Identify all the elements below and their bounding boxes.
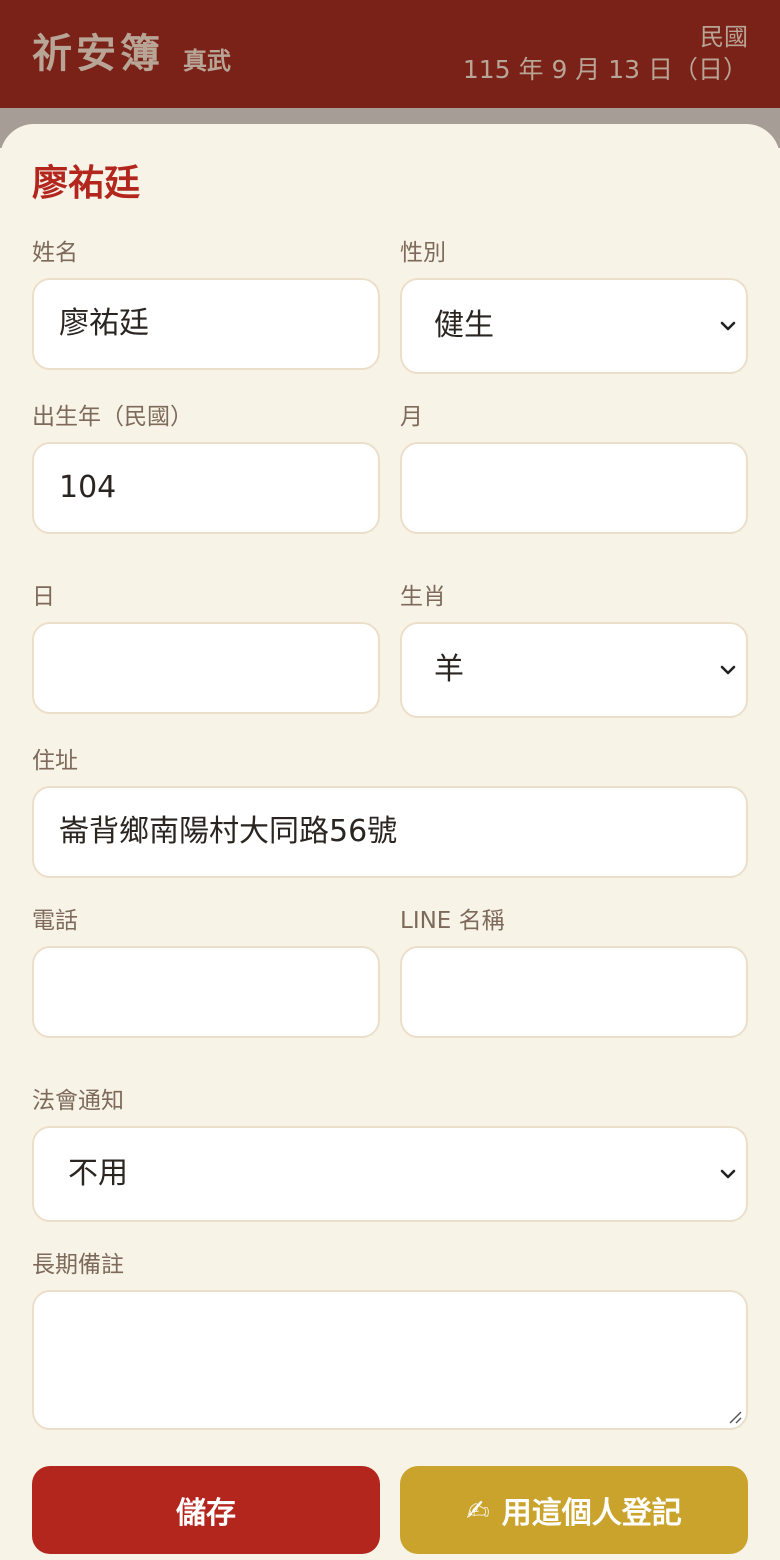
notes-value [34, 1292, 59, 1312]
date-era: 民國 [700, 23, 748, 51]
notify-label: 法會通知 [32, 1088, 124, 1114]
zodiac-label: 生肖 [400, 584, 446, 610]
chevron-down-icon [720, 665, 736, 675]
line-name-label: LINE 名稱 [400, 908, 505, 934]
app-header: 祈安簿 真武 民國 115 年 9 月 13 日（日） [0, 0, 780, 108]
birth-year-value: 104 [59, 470, 117, 505]
birth-day-input[interactable] [32, 622, 380, 714]
writing-hand-icon: ✍ [466, 1493, 490, 1527]
save-button-label: 儲存 [176, 1496, 236, 1531]
birth-month-input[interactable] [400, 442, 748, 534]
name-value: 廖祐廷 [59, 306, 149, 341]
name-input[interactable]: 廖祐廷 [32, 278, 380, 370]
notify-select[interactable]: 不用 [32, 1126, 748, 1222]
register-with-person-button[interactable]: ✍ 用這個人登記 [400, 1466, 748, 1554]
birth-year-input[interactable]: 104 [32, 442, 380, 534]
notes-textarea[interactable] [32, 1290, 748, 1430]
gender-select[interactable]: 健生 [400, 278, 748, 374]
app-title: 祈安簿 [32, 30, 164, 77]
birth-day-label: 日 [32, 584, 55, 610]
chevron-down-icon [720, 321, 736, 331]
zodiac-select[interactable]: 羊 [400, 622, 748, 718]
line-name-input[interactable] [400, 946, 748, 1038]
address-label: 住址 [32, 748, 78, 774]
birth-year-label: 出生年（民國） [32, 404, 193, 430]
phone-input[interactable] [32, 946, 380, 1038]
address-value: 崙背鄉南陽村大同路56號 [59, 814, 398, 849]
birth-month-label: 月 [400, 404, 423, 430]
notify-value: 不用 [68, 1156, 128, 1191]
temple-name: 真武 [183, 47, 231, 75]
name-label: 姓名 [32, 240, 78, 266]
sheet-title: 廖祐廷 [32, 162, 141, 204]
chevron-down-icon [720, 1169, 736, 1179]
save-button[interactable]: 儲存 [32, 1466, 380, 1554]
register-button-label: 用這個人登記 [501, 1496, 682, 1531]
resize-grip-icon[interactable] [728, 1410, 742, 1424]
zodiac-value: 羊 [434, 652, 464, 687]
notes-label: 長期備註 [32, 1252, 124, 1278]
gender-label: 性別 [400, 240, 446, 266]
address-input[interactable]: 崙背鄉南陽村大同路56號 [32, 786, 748, 878]
phone-label: 電話 [32, 908, 78, 934]
current-date: 115 年 9 月 13 日（日） [462, 55, 748, 84]
gender-value: 健生 [434, 308, 494, 343]
